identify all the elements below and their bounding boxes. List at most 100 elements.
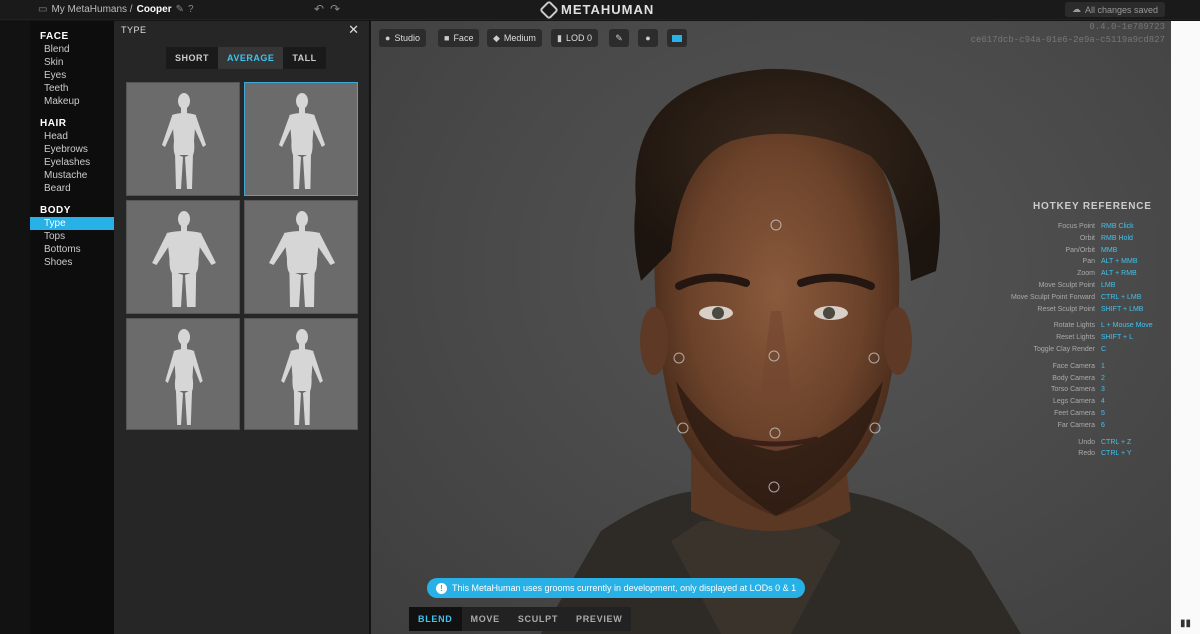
hotkey-action: Reset Lights [1056, 334, 1095, 342]
nav-heading: FACE [40, 31, 69, 42]
cloud-check-icon: ☁ [1071, 4, 1081, 14]
clay-render-button[interactable]: ✎ [609, 29, 629, 47]
hotkey-action: Move Sculpt Point [1038, 281, 1095, 289]
body-type-tile[interactable] [244, 82, 358, 196]
nav-item-type[interactable]: Type [30, 217, 114, 230]
body-type-tile[interactable] [244, 318, 358, 430]
mode-sculpt-tab[interactable]: SCULPT [509, 607, 567, 631]
edit-icon[interactable]: ✎ [176, 4, 184, 15]
hotkey-row: Reset Lights SHIFT + L [981, 332, 1171, 344]
hotkey-row: Redo CTRL + Y [981, 448, 1171, 460]
left-gutter [0, 21, 30, 634]
hotkey-binding: 3 [1101, 386, 1105, 394]
hotkey-binding: 2 [1101, 374, 1105, 382]
nav-item-head[interactable]: Head [30, 130, 114, 143]
stats-icon: ▮▮ [1180, 618, 1192, 629]
nav-heading: BODY [40, 205, 71, 216]
nav-item-tops[interactable]: Tops [30, 230, 114, 243]
body-type-tile[interactable] [126, 82, 240, 196]
help-icon[interactable]: ? [188, 4, 194, 15]
breadcrumb-current: Cooper [136, 4, 172, 15]
hotkey-row: Torso Camera 3 [981, 384, 1171, 396]
hotkey-row: Pan/Orbit MMB [981, 245, 1171, 257]
nav-item-blend[interactable]: Blend [30, 43, 114, 56]
hotkey-action: Redo [1078, 450, 1095, 458]
redo-icon[interactable]: ↷ [330, 2, 340, 16]
hotkey-title: HOTKEY REFERENCE [1033, 201, 1152, 212]
hair-toggle-button[interactable]: ● [638, 29, 658, 47]
hotkey-row: Face Camera 1 [981, 361, 1171, 373]
right-gutter [1171, 21, 1200, 634]
hotkey-binding: 6 [1101, 421, 1105, 429]
breadcrumb-root[interactable]: My MetaHumans / [51, 4, 132, 15]
hotkey-binding: SHIFT + L [1101, 334, 1133, 342]
mode-preview-tab[interactable]: PREVIEW [567, 607, 631, 631]
hotkey-binding: CTRL + Z [1101, 438, 1132, 446]
hotkey-action: Far Camera [1057, 421, 1095, 429]
nav-item-beard[interactable]: Beard [30, 182, 114, 195]
body-figure [278, 93, 326, 189]
lod-dropdown[interactable]: ▮ LOD 0 [551, 29, 598, 47]
hotkey-action: Undo [1078, 438, 1095, 446]
lighting-dropdown[interactable]: ● Studio [379, 29, 426, 47]
diamond-icon: ◆ [493, 32, 500, 43]
mode-move-tab[interactable]: MOVE [462, 607, 509, 631]
hotkey-row: Toggle Clay Render C [981, 344, 1171, 356]
breadcrumb: ▭ My MetaHumans / Cooper ✎ ? [38, 4, 194, 15]
nav-item-eyelashes[interactable]: Eyelashes [30, 156, 114, 169]
height-average-button[interactable]: AVERAGE [218, 47, 284, 69]
body-type-tile[interactable] [126, 200, 240, 314]
hotkey-row: Undo CTRL + Z [981, 437, 1171, 449]
nav-item-teeth[interactable]: Teeth [30, 82, 114, 95]
save-status-badge: ☁ All changes saved [1064, 2, 1165, 17]
hotkey-binding: 5 [1101, 409, 1105, 417]
camera-dropdown[interactable]: ■ Face [438, 29, 480, 47]
height-tall-button[interactable]: TALL [283, 47, 325, 69]
hotkey-row: Orbit RMB Hold [981, 233, 1171, 245]
body-figure [269, 211, 335, 307]
viewport[interactable]: ● Studio ■ Face ◆ Medium ▮ LOD 0 ✎ ● 0.4… [371, 21, 1171, 634]
body-figure [165, 329, 203, 425]
hotkey-action: Zoom [1077, 270, 1095, 278]
nav-item-bottoms[interactable]: Bottoms [30, 243, 114, 256]
nav-item-eyes[interactable]: Eyes [30, 69, 114, 82]
hotkey-binding: ALT + MMB [1101, 258, 1138, 266]
hotkey-binding: ALT + RMB [1101, 270, 1137, 278]
body-type-tile[interactable] [244, 200, 358, 314]
height-short-button[interactable]: SHORT [166, 47, 218, 69]
nav-heading: HAIR [40, 118, 67, 129]
hotkey-binding: LMB [1101, 281, 1116, 289]
metahuman-logo: METAHUMAN [539, 0, 654, 20]
background-toggle-button[interactable] [667, 29, 687, 47]
color-swatch-icon [672, 34, 682, 42]
close-icon[interactable]: ✕ [348, 22, 359, 38]
nav-item-shoes[interactable]: Shoes [30, 256, 114, 269]
brush-icon: ✎ [615, 32, 623, 43]
nav-item-mustache[interactable]: Mustache [30, 169, 114, 182]
height-selector: SHORT AVERAGE TALL [166, 47, 326, 69]
body-type-tile[interactable] [126, 318, 240, 430]
hotkey-row: Rotate Lights L + Mouse Move [981, 320, 1171, 332]
quality-dropdown[interactable]: ◆ Medium [487, 29, 542, 47]
hotkey-row: Move Sculpt Point LMB [981, 280, 1171, 292]
hotkey-reference: HOTKEY REFERENCE Focus Point RMB Click Orb… [981, 201, 1171, 460]
nav-item-makeup[interactable]: Makeup [30, 95, 114, 108]
mode-selector: BLEND MOVE SCULPT PREVIEW [409, 607, 632, 631]
camera-icon: ■ [444, 33, 450, 43]
hotkey-action: Feet Camera [1054, 409, 1095, 417]
nav-section-hair: HAIR Head Eyebrows Eyelashes Mustache Beard [30, 118, 114, 195]
mode-blend-tab[interactable]: BLEND [409, 607, 462, 631]
body-figure [152, 211, 216, 307]
hotkey-row: Focus Point RMB Click [981, 221, 1171, 233]
hotkey-action: Pan [1082, 258, 1095, 266]
undo-icon[interactable]: ↶ [314, 2, 324, 16]
folder-icon: ▭ [38, 4, 48, 15]
info-icon: ! [436, 582, 447, 594]
hotkey-action: Torso Camera [1051, 386, 1095, 394]
body-figure [281, 329, 323, 425]
body-type-grid [126, 82, 358, 430]
nav-item-skin[interactable]: Skin [30, 56, 114, 69]
nav-item-eyebrows[interactable]: Eyebrows [30, 143, 114, 156]
hotkey-action: Reset Sculpt Point [1037, 305, 1095, 313]
layers-icon: ▮ [557, 32, 562, 43]
